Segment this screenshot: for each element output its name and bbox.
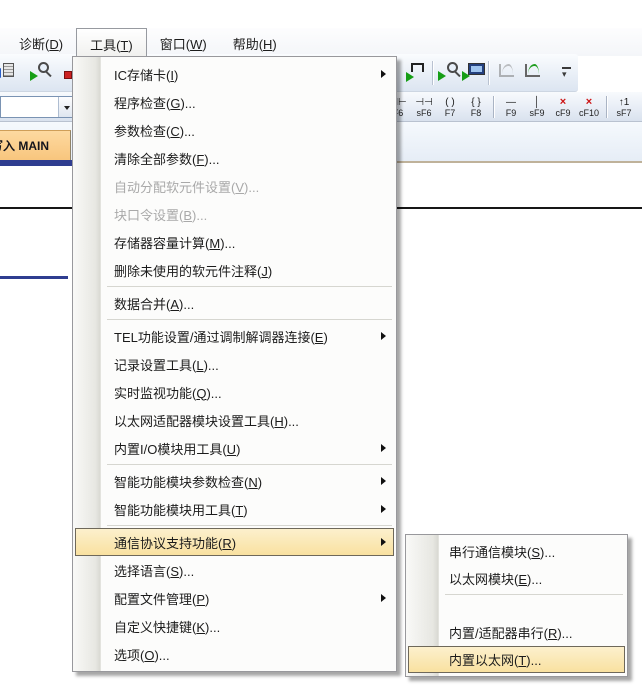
menu-item[interactable]: 配置文件管理(P) (75, 584, 394, 612)
submenu-arrow-icon (381, 505, 386, 513)
tab-label: 写入 MAIN (0, 131, 49, 161)
submenu-arrow-icon (381, 70, 386, 78)
menu-item[interactable]: 参数检查(C)... (75, 116, 394, 144)
ladder-symbol-button[interactable]: × cF10 (576, 93, 602, 121)
menu-item[interactable]: IC存储卡(I) (75, 60, 394, 88)
menu-item[interactable]: 记录设置工具(L)... (75, 350, 394, 378)
menu-item[interactable]: 以太网模块(E)... (408, 565, 625, 592)
tools-menu-panel: IC存储卡(I) 程序检查(G)... 参数检查(C)... 清除全部参数(F)… (72, 56, 397, 672)
menu-bar: 诊断(D)工具(T)窗口(W)帮助(H) (0, 28, 642, 56)
protocol-submenu-panel: 串行通信模块(S)... 以太网模块(E)... 内置/适配器串行(R)... … (405, 534, 628, 677)
logging-icon[interactable] (405, 59, 431, 85)
submenu-arrow-icon (381, 538, 386, 546)
combobox-field[interactable] (1, 97, 58, 117)
ladder-symbol-button[interactable]: { } F8 (463, 93, 489, 121)
menu-item[interactable]: 自定义快捷键(K)... (75, 612, 394, 640)
submenu-arrow-icon (381, 332, 386, 340)
plc-read-icon[interactable] (0, 59, 18, 85)
menu-item[interactable]: 以太网适配器模块设置工具(H)... (75, 406, 394, 434)
toolbar-separator (489, 93, 498, 121)
menu-item[interactable]: 自动分配软元件设置(V)... (75, 172, 394, 200)
watch-window-icon[interactable] (438, 59, 464, 85)
toolbar-separator (488, 61, 489, 85)
menu-item[interactable]: 删除未使用的软元件注释(J) (75, 256, 394, 284)
menu-item[interactable]: 块口令设置(B)... (75, 200, 394, 228)
toolbar-separator (432, 61, 433, 85)
ladder-symbol-button[interactable]: — F9 (498, 93, 524, 121)
chart-disabled-icon[interactable] (494, 59, 520, 85)
menubar-item[interactable]: 窗口(W) (147, 28, 220, 56)
menu-item[interactable]: 内置/适配器串行(R)... (408, 619, 625, 646)
menu-item[interactable]: 选择语言(S)... (75, 556, 394, 584)
menu-item[interactable]: 内置以太网(T)... (408, 646, 625, 673)
chart-icon[interactable] (520, 59, 546, 85)
menu-item[interactable]: 智能功能模块参数检查(N) (75, 467, 394, 495)
submenu-arrow-icon (381, 444, 386, 452)
monitor-start-icon[interactable] (30, 59, 56, 85)
menubar-item[interactable]: 帮助(H) (220, 28, 290, 56)
ladder-symbol-button[interactable]: ( ) F7 (437, 93, 463, 121)
ladder-symbol-button[interactable]: ⊣⊣ sF6 (411, 93, 437, 121)
toolbar-overflow-icon[interactable]: ▾ (556, 59, 582, 85)
ladder-symbol-button[interactable]: × cF9 (550, 93, 576, 121)
menubar-item[interactable]: 诊断(D) (6, 28, 76, 56)
menu-item[interactable]: 存储器容量计算(M)... (75, 228, 394, 256)
tab-write-main[interactable]: 写入 MAIN (0, 130, 71, 161)
submenu-arrow-icon (381, 594, 386, 602)
ladder-cursor-line (0, 276, 68, 279)
menu-item[interactable]: 串行通信模块(S)... (408, 538, 625, 565)
menu-item[interactable]: 数据合并(A)... (75, 289, 394, 317)
menu-item[interactable]: 清除全部参数(F)... (75, 144, 394, 172)
menu-item[interactable]: 通信协议支持功能(R) (75, 528, 394, 556)
menu-item[interactable]: 选项(O)... (75, 640, 394, 668)
app-window: { "colors": { "highlight_fill": "#F9E1A0… (0, 0, 642, 687)
menubar-item[interactable]: 工具(T) (76, 28, 147, 56)
monitor-screen-icon[interactable] (462, 59, 488, 85)
menu-item[interactable]: 内置I/O模块用工具(U) (75, 434, 394, 462)
ladder-symbol-button[interactable]: │ sF9 (524, 93, 550, 121)
menu-item[interactable]: 程序检查(G)... (75, 88, 394, 116)
active-tab-underline (0, 160, 72, 166)
menu-separator (408, 592, 625, 619)
menu-item[interactable]: 智能功能模块用工具(T) (75, 495, 394, 523)
ladder-symbol-button[interactable]: ↑1 sF7 (611, 93, 637, 121)
submenu-arrow-icon (381, 477, 386, 485)
ladder-buttons: ⊣⊢ F6 ⊣⊣ sF6 ( ) F7 { } F8 — F9 (385, 93, 637, 121)
menu-item[interactable]: TEL功能设置/通过调制解调器连接(E) (75, 322, 394, 350)
toolbar-combobox[interactable] (0, 96, 77, 118)
toolbar-separator (602, 93, 611, 121)
menu-item[interactable]: 实时监视功能(Q)... (75, 378, 394, 406)
